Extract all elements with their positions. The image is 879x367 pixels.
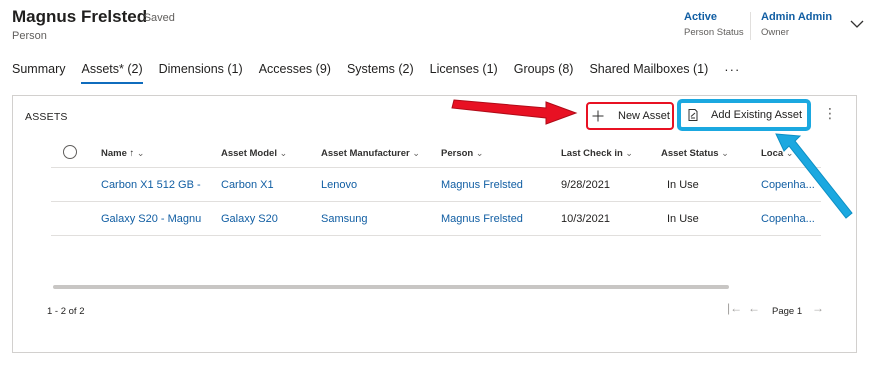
red-arrow-annotation — [451, 99, 578, 125]
annotation-overlay — [451, 99, 853, 219]
blue-arrow-annotation — [775, 133, 853, 219]
